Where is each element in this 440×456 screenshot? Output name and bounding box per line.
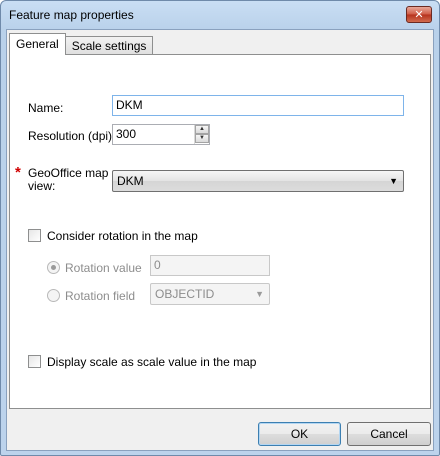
rotation-value-label: Rotation value (65, 261, 142, 275)
dialog-window: Feature map properties ✕ General Scale s… (0, 0, 440, 456)
rotation-field-radio[interactable] (47, 289, 60, 302)
spin-down-button[interactable]: ▼ (195, 134, 209, 143)
chevron-down-icon: ▼ (255, 289, 264, 299)
resolution-stepper[interactable]: 300 ▲ ▼ (112, 124, 210, 145)
title-bar[interactable]: Feature map properties ✕ (1, 1, 439, 29)
rotation-field-dropdown[interactable]: OBJECTID ▼ (150, 283, 270, 305)
name-input[interactable]: DKM (112, 95, 404, 116)
map-view-dropdown[interactable]: DKM ▼ (112, 170, 404, 192)
rotation-field-selected: OBJECTID (155, 287, 215, 301)
map-view-label-line2: view: (28, 179, 56, 193)
name-label: Name: (28, 101, 64, 115)
rotation-value-radio[interactable] (47, 261, 60, 274)
map-view-label: GeoOffice map view: (28, 167, 108, 193)
resolution-spin-buttons: ▲ ▼ (194, 125, 209, 144)
rotation-checkbox-label: Consider rotation in the map (47, 229, 198, 243)
cancel-button[interactable]: Cancel (347, 422, 431, 446)
required-asterisk-icon: * (15, 164, 21, 181)
tab-general[interactable]: General (9, 33, 66, 55)
close-button[interactable]: ✕ (406, 6, 432, 23)
window-title: Feature map properties (9, 8, 134, 22)
general-tab-panel: Name: DKM Resolution (dpi): 300 ▲ ▼ * Ge… (9, 54, 431, 409)
map-view-selected: DKM (117, 174, 144, 188)
resolution-label: Resolution (dpi): (28, 129, 116, 143)
tab-scale-settings[interactable]: Scale settings (64, 36, 154, 55)
rotation-checkbox[interactable] (28, 229, 41, 242)
scale-checkbox-label: Display scale as scale value in the map (47, 355, 257, 369)
chevron-down-icon: ▼ (389, 176, 398, 186)
rotation-field-label: Rotation field (65, 289, 136, 303)
spin-down-icon: ▼ (199, 135, 205, 141)
tab-strip: General Scale settings (9, 33, 154, 55)
rotation-value-input[interactable]: 0 (150, 255, 270, 276)
scale-checkbox[interactable] (28, 355, 41, 368)
map-view-label-line1: GeoOffice map (28, 166, 109, 180)
dialog-client-area: General Scale settings Name: DKM Resolut… (6, 29, 434, 451)
ok-button[interactable]: OK (258, 422, 341, 446)
resolution-value: 300 (116, 127, 137, 141)
close-icon: ✕ (414, 9, 424, 21)
